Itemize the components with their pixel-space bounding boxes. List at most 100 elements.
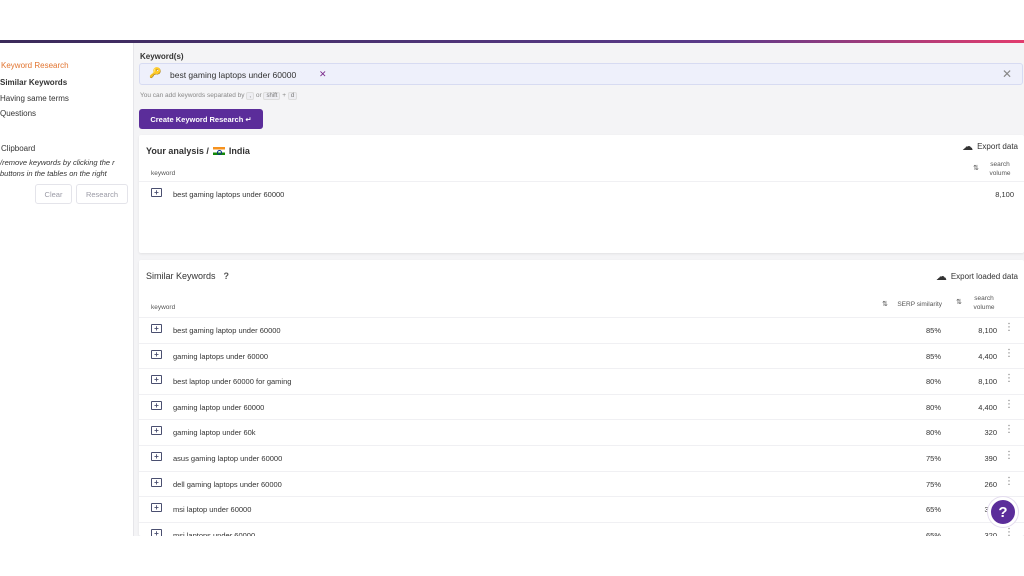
clipboard-title: Clipboard [1, 144, 36, 153]
similar-keywords-title-text: Similar Keywords [146, 271, 216, 281]
keywords-label: Keyword(s) [140, 52, 184, 61]
similar-keywords-title: Similar Keywords ? [146, 271, 229, 281]
sort-icon[interactable]: ⇅ [882, 300, 888, 308]
row-serp-similarity: 80% [925, 402, 941, 412]
create-keyword-research-button[interactable]: Create Keyword Research ↵ [139, 109, 263, 129]
row-serp-similarity: 75% [925, 454, 941, 463]
column-keyword: keyword [151, 170, 176, 177]
sidebar-item-questions[interactable]: Questions [0, 109, 36, 118]
table-row: + dell gaming laptops under 60000 75% 260 ⋮ [139, 470, 1024, 496]
row-serp-similarity: 65% [925, 530, 941, 536]
more-options-icon[interactable]: ⋮ [1004, 450, 1014, 461]
sidebar-item-having-same-terms[interactable]: Having same terms [0, 94, 69, 103]
column-search-volume[interactable]: search volume [986, 160, 1014, 178]
add-to-clipboard-icon[interactable]: + [151, 477, 162, 487]
help-circle-icon[interactable]: ? [224, 271, 230, 281]
hint-plus: + [282, 92, 287, 99]
key-icon: 🔑 [149, 68, 162, 79]
row-keyword: msi laptops under 60000 [173, 530, 256, 536]
table-row: + gaming laptop under 60000 80% 4,400 ⋮ [139, 393, 1024, 419]
clear-button[interactable]: Clear [35, 184, 72, 204]
sort-icon[interactable]: ⇅ [973, 164, 979, 172]
row-volume: 4,400 [978, 402, 997, 412]
add-to-clipboard-icon[interactable]: + [151, 324, 162, 333]
row-serp-similarity: 65% [925, 505, 941, 515]
input-hint: You can add keywords separated by , or s… [140, 92, 298, 100]
export-data-button[interactable]: ☁ Export data [962, 140, 1018, 153]
table-row: + gaming laptops under 60000 85% 4,400 ⋮ [139, 342, 1024, 368]
analysis-title: Your analysis / India [146, 146, 250, 156]
row-volume: 390 [984, 454, 997, 463]
export-loaded-data-button[interactable]: ☁ Export loaded data [936, 270, 1018, 283]
table-row: + best laptop under 60000 for gaming 80% 8,… [139, 368, 1024, 393]
table-row: + asus gaming laptop under 60000 75% 390 ⋮ [139, 445, 1024, 470]
sort-icon[interactable]: ⇅ [956, 298, 962, 306]
row-keyword: best gaming laptop under 60000 [173, 326, 281, 335]
table-row: +msi laptop under 6000065%320⋮ [139, 496, 1024, 521]
add-to-clipboard-icon[interactable]: + [151, 375, 162, 385]
table-row: + gaming laptop under 60k 80% 320 ⋮ [139, 419, 1024, 444]
more-options-icon[interactable]: ⋮ [1004, 348, 1014, 359]
row-serp-similarity: 85% [925, 351, 941, 361]
row-keyword: asus gaming laptop under 60000 [173, 454, 283, 463]
add-to-clipboard-icon[interactable]: + [151, 188, 162, 197]
similar-keywords-card: Similar Keywords ? ☁ Export loaded data … [139, 260, 1024, 536]
more-options-icon[interactable]: ⋮ [1004, 399, 1014, 410]
row-serp-similarity: 85% [925, 326, 941, 335]
row-volume: 8,100 [978, 326, 997, 335]
table-row: + best gaming laptops under 60000 8,100 [139, 181, 1024, 206]
row-serp-similarity: 80% [925, 428, 941, 438]
hint-or: or [255, 92, 262, 99]
add-to-clipboard-icon[interactable]: + [151, 452, 162, 461]
more-options-icon[interactable]: ⋮ [1004, 373, 1014, 384]
row-volume: 8,100 [995, 190, 1014, 199]
export-loaded-data-label: Export loaded data [950, 272, 1018, 281]
row-keyword: dell gaming laptops under 60000 [173, 479, 282, 489]
add-to-clipboard-icon[interactable]: + [151, 400, 162, 410]
more-options-icon[interactable]: ⋮ [1004, 476, 1014, 487]
row-volume: 260 [984, 479, 997, 489]
research-button[interactable]: Research [76, 184, 128, 204]
app-window: Keyword Research Similar Keywords Having… [0, 40, 1024, 536]
more-options-icon[interactable]: ⋮ [1004, 322, 1014, 333]
row-keyword: gaming laptop under 60k [173, 428, 256, 438]
column-keyword: keyword [151, 304, 176, 311]
add-to-clipboard-icon[interactable]: + [151, 426, 162, 436]
row-keyword: gaming laptop under 60000 [173, 402, 265, 412]
country-name[interactable]: India [229, 146, 250, 156]
more-options-icon[interactable]: ⋮ [1004, 424, 1014, 435]
add-to-clipboard-icon[interactable]: + [151, 349, 162, 359]
keyword-input[interactable]: 🔑 best gaming laptops under 60000 ✕ ✕ [139, 63, 1023, 85]
row-volume: 320 [984, 530, 997, 536]
table-row: + msi laptops under 60000 65% 320 ⋮ [139, 521, 1024, 536]
row-volume: 8,100 [978, 377, 997, 387]
sidebar-title[interactable]: Keyword Research [1, 61, 69, 70]
clear-input-icon[interactable]: ✕ [1002, 67, 1012, 81]
row-keyword: best gaming laptops under 60000 [173, 190, 285, 199]
comma-key: , [246, 92, 255, 100]
remove-chip-icon[interactable]: ✕ [319, 69, 327, 80]
more-options-icon[interactable]: ⋮ [1004, 527, 1014, 536]
row-volume: 4,400 [978, 351, 997, 361]
help-button[interactable]: ? [988, 497, 1018, 527]
add-to-clipboard-icon[interactable]: + [151, 528, 162, 536]
add-to-clipboard-icon[interactable]: + [151, 503, 162, 513]
column-search-volume[interactable]: search volume [970, 294, 998, 312]
india-flag-icon [212, 147, 225, 155]
d-key: d [287, 92, 298, 100]
column-serp-similarity[interactable]: SERP similarity [897, 301, 942, 308]
export-data-label: Export data [977, 142, 1018, 151]
row-keyword: best laptop under 60000 for gaming [173, 377, 292, 387]
sidebar-item-similar-keywords[interactable]: Similar Keywords [0, 78, 67, 87]
shift-key: shift [263, 92, 281, 100]
cloud-download-icon: ☁ [935, 271, 947, 283]
row-keyword: gaming laptops under 60000 [173, 351, 269, 361]
screenshot-frame: Keyword Research Similar Keywords Having… [0, 0, 1024, 576]
hint-text: You can add keywords separated by [140, 92, 245, 99]
sidebar: Keyword Research Similar Keywords Having… [0, 43, 134, 536]
cloud-download-icon: ☁ [962, 141, 974, 153]
row-serp-similarity: 80% [925, 377, 941, 387]
analysis-title-text: Your analysis / [146, 146, 209, 156]
keyword-chip: best gaming laptops under 60000 [170, 70, 297, 80]
row-serp-similarity: 75% [925, 479, 941, 489]
